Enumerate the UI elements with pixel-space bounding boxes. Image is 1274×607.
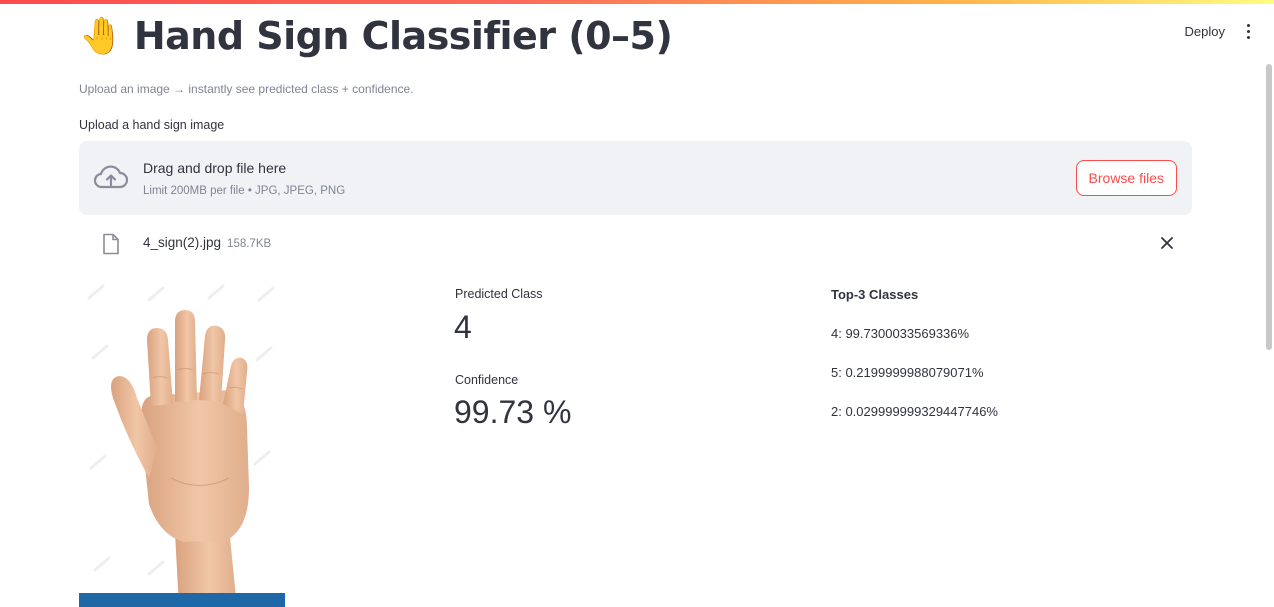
top3-item: 4: 99.7300033569336% (831, 326, 970, 341)
page-title-text: Hand Sign Classifier (0–5) (133, 14, 673, 58)
raised-hand-icon: 🤚 (79, 15, 124, 56)
top3-item: 2: 0.029999999329447746% (831, 404, 998, 419)
file-icon (102, 233, 120, 260)
header-actions: Deploy (1185, 22, 1254, 41)
page-caption: Upload an image → instantly see predicte… (79, 82, 414, 96)
top3-item: 5: 0.2199999988079071% (831, 365, 984, 380)
browse-files-button[interactable]: Browse files (1075, 160, 1177, 196)
scrollbar[interactable] (1266, 64, 1272, 350)
uploader-label: Upload a hand sign image (79, 118, 225, 132)
file-dropzone[interactable]: Drag and drop file here Limit 200MB per … (79, 141, 1192, 215)
confidence-label: Confidence (455, 373, 519, 387)
top3-title: Top-3 Classes (831, 287, 919, 302)
predicted-class-value: 4 (454, 309, 472, 345)
predicted-class-label: Predicted Class (455, 287, 543, 301)
file-name-label: 4_sign(2).jpg 158.7KB (143, 235, 271, 250)
dropzone-limit-text: Limit 200MB per file • JPG, JPEG, PNG (143, 185, 346, 197)
uploaded-hand-image (79, 278, 285, 607)
uploaded-file-row: 4_sign(2).jpg 158.7KB (79, 232, 1192, 258)
dropzone-title: Drag and drop file here (143, 160, 287, 176)
image-watermark-footer (79, 593, 285, 607)
cloud-upload-icon (93, 163, 129, 198)
confidence-value: 99.73 % (454, 394, 572, 430)
file-name: 4_sign(2).jpg (143, 235, 222, 250)
close-icon[interactable] (1160, 236, 1174, 255)
page-title: 🤚 Hand Sign Classifier (0–5) (79, 14, 673, 58)
kebab-menu-icon[interactable] (1243, 22, 1254, 41)
file-size: 158.7KB (227, 238, 272, 250)
top-decoration-bar (0, 0, 1274, 4)
deploy-button[interactable]: Deploy (1185, 24, 1225, 39)
